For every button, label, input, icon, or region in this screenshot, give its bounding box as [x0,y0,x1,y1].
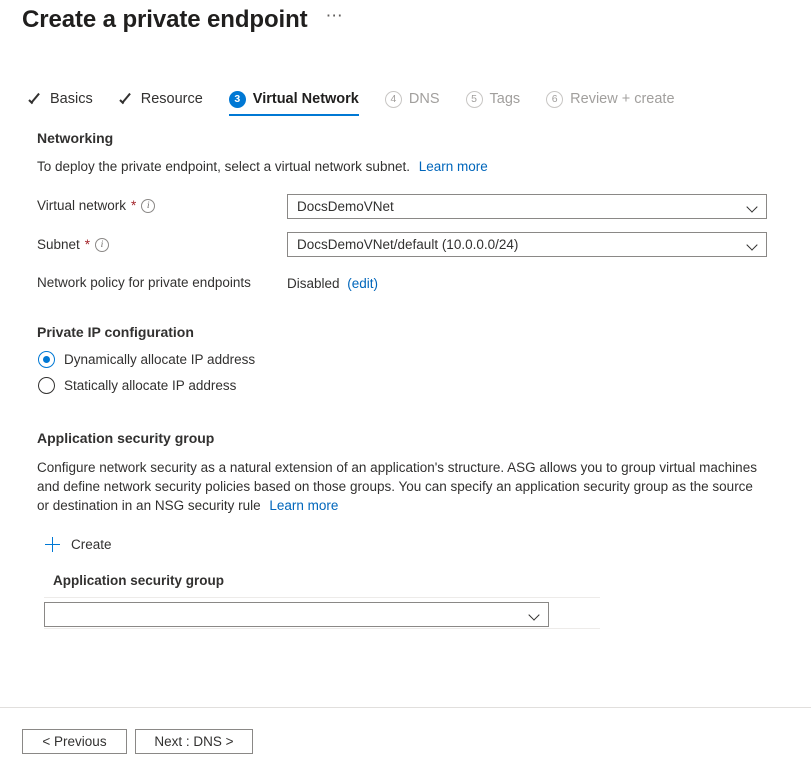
required-asterisk: * [131,198,136,213]
check-icon [119,92,134,107]
radio-label: Statically allocate IP address [64,378,236,393]
tab-virtual-network[interactable]: 3 Virtual Network [229,82,371,116]
plus-icon [45,537,60,552]
step-number-badge: 6 [546,91,563,108]
radio-label: Dynamically allocate IP address [64,352,255,367]
subnet-dropdown[interactable]: DocsDemoVNet/default (10.0.0.0/24) [287,232,767,257]
page-title: Create a private endpoint [22,4,308,36]
subnet-value: DocsDemoVNet/default (10.0.0.0/24) [297,237,747,252]
asg-description-text: Configure network security as a natural … [37,460,757,513]
asg-field-label-text: Application security group [53,573,224,588]
next-dns-button[interactable]: Next : DNS > [135,729,253,754]
asg-description: Configure network security as a natural … [37,458,767,515]
page-header: Create a private endpoint ⋯ [22,4,344,36]
subnet-label-text: Subnet [37,237,80,252]
check-icon [28,92,43,107]
asg-heading: Application security group [37,430,214,446]
tab-label: Tags [490,91,521,107]
network-policy-label: Network policy for private endpoints [37,275,251,290]
virtual-network-dropdown[interactable]: DocsDemoVNet [287,194,767,219]
footer-divider [0,707,811,708]
asg-learn-more-link[interactable]: Learn more [269,498,338,513]
networking-description-text: To deploy the private endpoint, select a… [37,159,410,174]
chevron-down-icon [747,201,758,212]
step-number-badge: 3 [229,91,246,108]
tab-dns[interactable]: 4 DNS [385,82,452,116]
tab-tags[interactable]: 5 Tags [466,82,533,116]
create-asg-button[interactable]: Create [45,537,112,552]
create-private-endpoint-page: Create a private endpoint ⋯ Basics Resou… [0,0,811,775]
chevron-down-icon [747,239,758,250]
networking-learn-more-link[interactable]: Learn more [419,159,488,174]
tab-label: Resource [141,91,203,107]
info-icon[interactable]: i [95,238,109,252]
radio-statically-allocate[interactable]: Statically allocate IP address [38,377,236,394]
radio-button-selected-icon [38,351,55,368]
virtual-network-label: Virtual network * i [37,198,155,213]
info-icon[interactable]: i [141,199,155,213]
private-ip-configuration-heading: Private IP configuration [37,324,194,340]
virtual-network-value: DocsDemoVNet [297,199,747,214]
radio-button-icon [38,377,55,394]
tab-label: Virtual Network [253,91,359,107]
networking-description: To deploy the private endpoint, select a… [37,157,757,176]
tab-basics[interactable]: Basics [28,82,105,116]
previous-button[interactable]: < Previous [22,729,127,754]
create-asg-label: Create [71,537,112,552]
required-asterisk: * [85,237,90,252]
tab-label: DNS [409,91,440,107]
divider-top [44,597,600,598]
step-number-badge: 4 [385,91,402,108]
network-policy-label-text: Network policy for private endpoints [37,275,251,290]
chevron-down-icon [529,609,540,620]
wizard-tabbar: Basics Resource 3 Virtual Network 4 DNS … [28,82,701,116]
networking-heading: Networking [37,130,113,146]
more-options-icon[interactable]: ⋯ [326,10,344,22]
step-number-badge: 5 [466,91,483,108]
tab-label: Basics [50,91,93,107]
tab-review-create[interactable]: 6 Review + create [546,82,686,116]
tab-label: Review + create [570,91,674,107]
network-policy-value-row: Disabled (edit) [287,274,378,293]
asg-dropdown[interactable] [44,602,549,627]
network-policy-edit-link[interactable]: (edit) [347,276,378,291]
network-policy-value: Disabled [287,276,340,291]
tab-resource[interactable]: Resource [119,82,215,116]
divider-bottom [44,628,600,629]
asg-field-label: Application security group [53,573,224,588]
virtual-network-label-text: Virtual network [37,198,126,213]
radio-dynamically-allocate[interactable]: Dynamically allocate IP address [38,351,255,368]
subnet-label: Subnet * i [37,237,109,252]
